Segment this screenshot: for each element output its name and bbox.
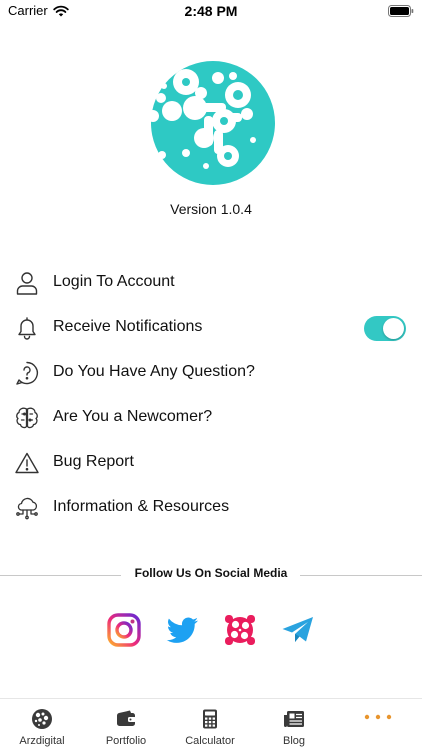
tab-label-arzdigital: Arzdigital <box>19 735 65 747</box>
tab-bar: Arzdigital Portfolio Calculator Blog <box>0 698 422 750</box>
more-icon <box>364 714 392 720</box>
newspaper-icon <box>284 711 304 727</box>
battery-icon <box>388 5 414 17</box>
menu-item-question[interactable]: Do You Have Any Question? <box>0 350 422 395</box>
notifications-toggle[interactable] <box>364 316 406 341</box>
carrier: Carrier <box>8 3 69 18</box>
wallet-icon <box>117 710 136 726</box>
social-section-header: Follow Us On Social Media <box>0 566 422 584</box>
instagram-icon[interactable] <box>106 612 142 648</box>
menu-label-bug-report: Bug Report <box>53 453 134 470</box>
carrier-label: Carrier <box>8 3 48 18</box>
tab-calculator[interactable]: Calculator <box>168 699 252 750</box>
tab-blog[interactable]: Blog <box>252 699 336 750</box>
question-icon <box>16 361 39 385</box>
menu-label-question: Do You Have Any Question? <box>53 363 255 380</box>
settings-menu: Login To Account Receive Notifications D… <box>0 260 422 530</box>
tab-label-blog: Blog <box>282 735 306 747</box>
menu-label-resources: Information & Resources <box>53 498 230 515</box>
aparat-icon[interactable] <box>222 612 258 648</box>
app-logo <box>147 61 275 185</box>
social-heading: Follow Us On Social Media <box>134 566 288 580</box>
social-links <box>0 612 422 652</box>
tab-label-portfolio: Portfolio <box>105 735 147 747</box>
tab-portfolio[interactable]: Portfolio <box>84 699 168 750</box>
tab-more[interactable] <box>336 699 420 750</box>
twitter-icon[interactable] <box>164 612 200 648</box>
app-version: Version 1.0.4 <box>170 201 252 217</box>
status-bar: Carrier 2:48 PM <box>0 0 422 22</box>
bell-icon <box>18 317 36 340</box>
telegram-icon[interactable] <box>280 612 316 648</box>
calculator-icon <box>203 709 217 729</box>
wifi-icon <box>53 5 69 16</box>
menu-label-notifications: Receive Notifications <box>53 318 203 335</box>
user-icon <box>16 272 38 295</box>
menu-item-notifications[interactable]: Receive Notifications <box>0 305 422 350</box>
menu-item-resources[interactable]: Information & Resources <box>0 485 422 530</box>
toggle-knob <box>383 318 404 339</box>
cloud-network-icon <box>16 497 38 520</box>
brain-icon <box>16 407 38 429</box>
menu-label-newcomer: Are You a Newcomer? <box>53 408 213 425</box>
divider-right <box>300 575 422 576</box>
tab-label-calculator: Calculator <box>185 735 235 747</box>
warning-icon <box>15 452 39 474</box>
menu-item-bug-report[interactable]: Bug Report <box>0 440 422 485</box>
arzdigital-icon <box>32 709 52 729</box>
menu-label-login: Login To Account <box>53 273 175 290</box>
tab-arzdigital[interactable]: Arzdigital <box>0 699 84 750</box>
menu-item-newcomer[interactable]: Are You a Newcomer? <box>0 395 422 440</box>
menu-item-login[interactable]: Login To Account <box>0 260 422 305</box>
